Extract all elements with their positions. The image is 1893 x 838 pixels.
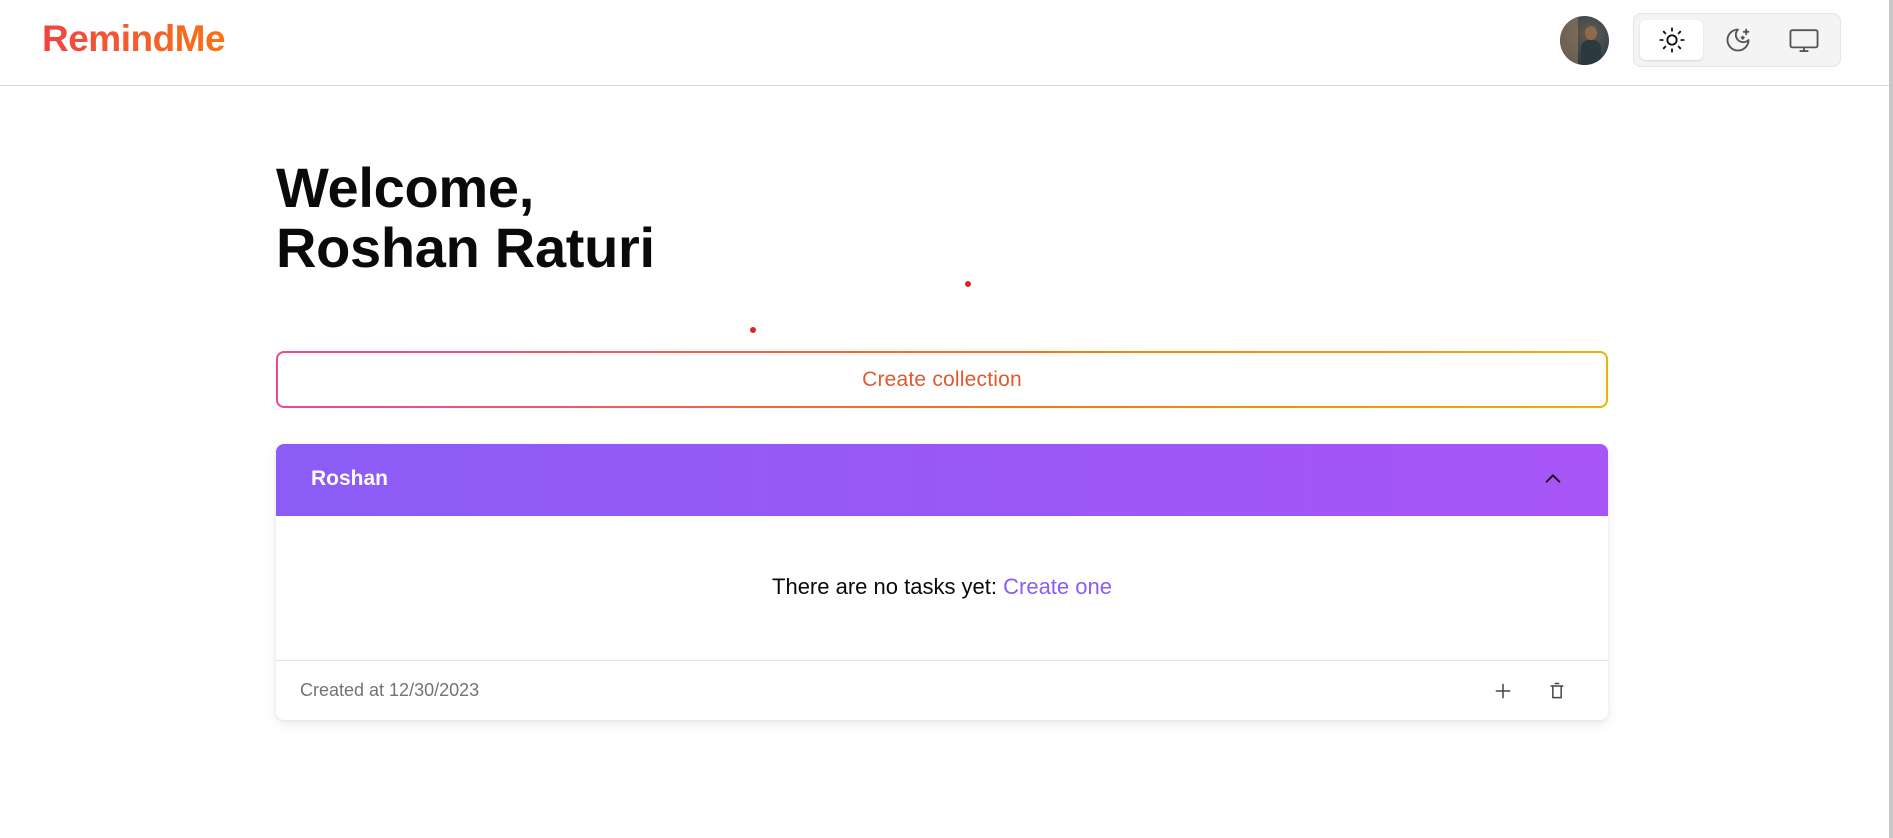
- decorative-dot: [750, 327, 756, 333]
- moon-stars-icon: [1726, 28, 1749, 52]
- theme-light-button[interactable]: [1640, 20, 1703, 60]
- welcome-heading: Welcome, Roshan Raturi: [276, 158, 655, 278]
- created-date: Created at 12/30/2023: [300, 680, 480, 700]
- create-collection-button[interactable]: Create collection: [276, 351, 1608, 408]
- add-task-button[interactable]: [1487, 675, 1519, 707]
- sun-icon: [1658, 27, 1685, 53]
- collection-title: Roshan: [311, 467, 389, 490]
- create-task-link[interactable]: Create one: [1003, 574, 1112, 599]
- decorative-dot: [965, 281, 971, 287]
- chevron-up-icon[interactable]: [1542, 468, 1564, 490]
- trash-icon: [1550, 682, 1564, 699]
- vertical-scrollbar[interactable]: [1889, 0, 1893, 838]
- theme-dark-button[interactable]: [1706, 20, 1769, 60]
- app-logo[interactable]: RemindMe: [42, 18, 226, 60]
- collection-header[interactable]: Roshan: [276, 444, 1608, 516]
- top-navbar: RemindMe: [0, 0, 1893, 86]
- user-avatar[interactable]: [1560, 16, 1609, 65]
- collection-card: Roshan There are no tasks yet: Create on…: [276, 444, 1608, 720]
- welcome-username: Roshan Raturi: [276, 216, 655, 279]
- empty-tasks-text: There are no tasks yet:: [772, 574, 1004, 599]
- empty-tasks-message: There are no tasks yet: Create one: [276, 574, 1608, 600]
- collection-footer: Created at 12/30/2023: [276, 660, 1608, 720]
- create-collection-label: Create collection: [862, 367, 1022, 391]
- plus-icon: [1495, 683, 1511, 699]
- theme-switcher: [1633, 13, 1841, 67]
- monitor-icon: [1789, 29, 1818, 52]
- welcome-greeting: Welcome,: [276, 156, 534, 219]
- theme-system-button[interactable]: [1772, 20, 1835, 60]
- delete-collection-button[interactable]: [1541, 675, 1573, 707]
